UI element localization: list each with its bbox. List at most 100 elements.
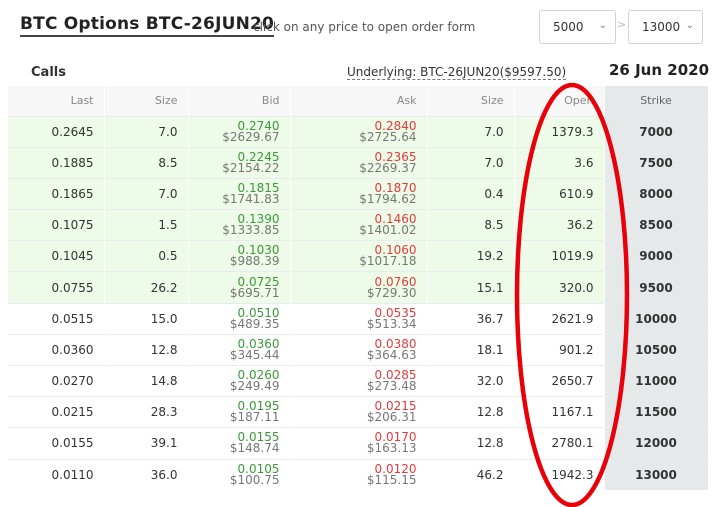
hint-text: click on any price to open order form xyxy=(253,20,476,34)
ask-price-cell[interactable]: 0.2840 $2725.64 xyxy=(290,115,428,148)
bid-usd: $988.39 xyxy=(229,254,280,269)
open-interest-cell: 36.2 xyxy=(514,209,605,241)
table-row: 0.0755 26.2 0.0725 $695.71 0.0760 $729.30 15.1… xyxy=(8,271,709,304)
open-interest-cell: 1379.3 xyxy=(514,115,605,148)
ask-price-cell[interactable]: 0.0535 $513.34 xyxy=(290,302,428,335)
underlying-price-link[interactable]: Underlying: BTC-26JUN20($9597.50) xyxy=(347,65,567,80)
open-interest-cell: 2621.9 xyxy=(514,302,605,335)
bid-size-cell: 7.0 xyxy=(104,115,189,148)
header: BTC Options BTC-26JUN20 click on any pri… xyxy=(0,0,715,56)
bid-price-cell[interactable]: 0.1390 $1333.85 xyxy=(188,209,291,241)
table-row: 0.1075 1.5 0.1390 $1333.85 0.1460 $1401.02 8.5… xyxy=(8,209,709,241)
table-row: 0.0215 28.3 0.0195 $187.11 0.0215 $206.31 12.8… xyxy=(8,396,709,428)
open-interest-cell: 3.6 xyxy=(514,146,605,179)
ask-usd: $513.34 xyxy=(366,316,417,331)
bid-price-cell[interactable]: 0.0105 $100.75 xyxy=(188,458,291,491)
bid-price-cell[interactable]: 0.0725 $695.71 xyxy=(188,271,291,304)
bid-usd: $695.71 xyxy=(229,285,280,300)
ask-price-cell[interactable]: 0.0215 $206.31 xyxy=(290,396,428,428)
bid-size-cell: 14.8 xyxy=(104,364,189,397)
ask-size-cell: 12.8 xyxy=(427,427,515,460)
ask-size-cell: 32.0 xyxy=(427,364,515,397)
last-price-cell: 0.1075 xyxy=(8,209,105,241)
open-interest-cell: 320.0 xyxy=(514,271,605,304)
bid-price-cell[interactable]: 0.2740 $2629.67 xyxy=(188,115,291,148)
ask-price-cell[interactable]: 0.0760 $729.30 xyxy=(290,271,428,304)
range-separator: > xyxy=(617,18,627,31)
table-row: 0.0515 15.0 0.0510 $489.35 0.0535 $513.34 36.7… xyxy=(8,302,709,335)
bid-size-cell: 26.2 xyxy=(104,271,189,304)
bid-usd: $2629.67 xyxy=(222,129,280,144)
ask-price-cell[interactable]: 0.0380 $364.63 xyxy=(290,333,428,366)
table-row: 0.1885 8.5 0.2245 $2154.22 0.2365 $2269.37 7.0… xyxy=(8,146,709,179)
bid-price-cell[interactable]: 0.1030 $988.39 xyxy=(188,240,291,272)
bid-price-cell[interactable]: 0.2245 $2154.22 xyxy=(188,146,291,179)
ask-price-cell[interactable]: 0.0170 $163.13 xyxy=(290,427,428,460)
page-title: BTC Options BTC-26JUN20 xyxy=(20,14,275,37)
strike-cell: 13000 xyxy=(604,458,709,491)
last-price-cell: 0.0755 xyxy=(8,271,105,304)
bid-size-cell: 1.5 xyxy=(104,209,189,241)
ask-price-cell[interactable]: 0.2365 $2269.37 xyxy=(290,146,428,179)
open-interest-cell: 2650.7 xyxy=(514,364,605,397)
bid-price-cell[interactable]: 0.1815 $1741.83 xyxy=(188,177,291,210)
last-price-cell: 0.1045 xyxy=(8,240,105,272)
table-row: 0.0270 14.8 0.0260 $249.49 0.0285 $273.48 32.0… xyxy=(8,364,709,397)
bid-size-cell: 36.0 xyxy=(104,458,189,491)
ask-usd: $206.31 xyxy=(366,410,417,425)
ask-price-cell[interactable]: 0.0285 $273.48 xyxy=(290,364,428,397)
last-price-cell: 0.1885 xyxy=(8,146,105,179)
ask-price-cell[interactable]: 0.0120 $115.15 xyxy=(290,458,428,491)
col-header-last: Last xyxy=(8,86,105,116)
ask-size-cell: 8.5 xyxy=(427,209,515,241)
sub-header: Calls Underlying: BTC-26JUN20($9597.50) … xyxy=(0,56,715,86)
bid-price-cell[interactable]: 0.0155 $148.74 xyxy=(188,427,291,460)
bid-size-cell: 15.0 xyxy=(104,302,189,335)
strike-cell: 8000 xyxy=(604,177,709,210)
bid-usd: $187.11 xyxy=(229,410,280,425)
col-header-ask: Ask xyxy=(290,86,428,116)
col-header-open: Open xyxy=(514,86,605,116)
bid-size-cell: 8.5 xyxy=(104,146,189,179)
ask-price-cell[interactable]: 0.1060 $1017.18 xyxy=(290,240,428,272)
col-header-bid: Bid xyxy=(188,86,291,116)
ask-price-cell[interactable]: 0.1870 $1794.62 xyxy=(290,177,428,210)
ask-size-cell: 0.4 xyxy=(427,177,515,210)
bid-size-cell: 28.3 xyxy=(104,396,189,428)
ask-size-cell: 12.8 xyxy=(427,396,515,428)
last-price-cell: 0.0270 xyxy=(8,364,105,397)
table-header-row: Last Size Bid Ask Size Open Strike xyxy=(8,86,709,116)
bid-usd: $1741.83 xyxy=(222,191,280,206)
open-interest-cell: 1942.3 xyxy=(514,458,605,491)
bid-price-cell[interactable]: 0.0195 $187.11 xyxy=(188,396,291,428)
strike-max-select[interactable]: 13000 ⌄ xyxy=(628,10,703,44)
bid-usd: $1333.85 xyxy=(222,223,280,238)
bid-usd: $489.35 xyxy=(229,316,280,331)
last-price-cell: 0.2645 xyxy=(8,115,105,148)
ask-size-cell: 15.1 xyxy=(427,271,515,304)
ask-usd: $729.30 xyxy=(366,285,417,300)
bid-price-cell[interactable]: 0.0360 $345.44 xyxy=(188,333,291,366)
expiry-date: 26 Jun 2020 xyxy=(609,61,710,79)
table-row: 0.1865 7.0 0.1815 $1741.83 0.1870 $1794.62 0.4… xyxy=(8,177,709,210)
strike-cell: 10000 xyxy=(604,302,709,335)
table-row: 0.2645 7.0 0.2740 $2629.67 0.2840 $2725.64 7.0… xyxy=(8,115,709,148)
ask-usd: $163.13 xyxy=(366,441,417,456)
last-price-cell: 0.0155 xyxy=(8,427,105,460)
ask-usd: $1401.02 xyxy=(359,223,417,238)
col-header-size: Size xyxy=(427,86,515,116)
open-interest-cell: 610.9 xyxy=(514,177,605,210)
bid-usd: $2154.22 xyxy=(222,160,280,175)
strike-max-value: 13000 xyxy=(642,20,681,34)
strike-min-select[interactable]: 5000 ⌄ xyxy=(539,10,616,44)
ask-usd: $2725.64 xyxy=(359,129,417,144)
col-header-strike: Strike xyxy=(604,86,709,116)
ask-size-cell: 7.0 xyxy=(427,146,515,179)
bid-price-cell[interactable]: 0.0260 $249.49 xyxy=(188,364,291,397)
table-row: 0.0360 12.8 0.0360 $345.44 0.0380 $364.63 18.1… xyxy=(8,333,709,366)
ask-price-cell[interactable]: 0.1460 $1401.02 xyxy=(290,209,428,241)
bid-usd: $148.74 xyxy=(229,441,280,456)
bid-usd: $100.75 xyxy=(229,472,280,487)
bid-price-cell[interactable]: 0.0510 $489.35 xyxy=(188,302,291,335)
open-interest-cell: 1019.9 xyxy=(514,240,605,272)
